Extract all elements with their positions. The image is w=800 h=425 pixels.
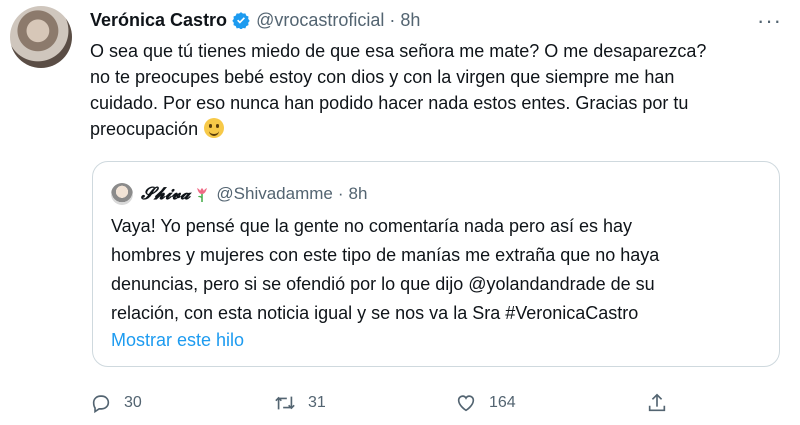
tweet-text-line: O sea que tú tienes miedo de que esa señ… <box>90 41 707 61</box>
tweet-text-line-last: preocupación <box>90 116 780 142</box>
share-icon <box>648 393 666 412</box>
quote-header: 𝓢𝓱𝓲𝓿𝓪 @Shivadamme · 8h <box>111 182 367 206</box>
quote-text-line: Vaya! Yo pensé que la gente no comentarí… <box>111 216 633 236</box>
more-options-icon[interactable]: ··· <box>757 8 782 34</box>
tweet-text-line: no te preocupes bebé estoy con dios y co… <box>90 67 675 87</box>
tweet-text: O sea que tú tienes miedo de que esa señ… <box>90 38 780 142</box>
tweet-header: Verónica Castro @vrocastroficial · 8h <box>90 8 420 32</box>
quoted-tweet[interactable]: 𝓢𝓱𝓲𝓿𝓪 @Shivadamme · 8h Vaya! Yo pensé qu… <box>92 161 780 367</box>
author-handle[interactable]: @vrocastroficial <box>256 10 384 31</box>
verified-badge-icon <box>232 12 250 29</box>
tweet-text-line: preocupación <box>90 119 199 139</box>
tweet-text-line: cuidado. Por eso nunca han podido hacer … <box>90 93 689 113</box>
quote-text: Vaya! Yo pensé que la gente no comentarí… <box>111 212 751 328</box>
show-thread-link[interactable]: Mostrar este hilo <box>111 330 244 351</box>
reply-button[interactable]: 30 <box>90 390 142 416</box>
quote-text-line: relación, con esta noticia igual y se no… <box>111 303 639 323</box>
header-separator: · <box>389 9 396 30</box>
tweet-actions: 30 31 164 <box>90 390 690 420</box>
like-count: 164 <box>489 394 516 411</box>
quote-text-line: hombres y mujeres con este tipo de manía… <box>111 245 660 265</box>
quote-text-line: denuncias, pero si se ofendió por lo que… <box>111 274 655 294</box>
tweet-time[interactable]: 8h <box>400 10 420 31</box>
quote-author-avatar <box>111 183 133 205</box>
tulip-emoji-icon <box>197 188 208 202</box>
reply-icon <box>92 395 110 414</box>
like-button[interactable]: 164 <box>455 390 516 416</box>
author-name[interactable]: Verónica Castro <box>90 10 227 31</box>
quote-time: 8h <box>348 184 368 203</box>
retweet-icon <box>275 396 295 410</box>
grinning-face-emoji-icon <box>204 118 225 138</box>
quote-author-handle: @Shivadamme <box>216 184 333 203</box>
share-button[interactable] <box>646 390 680 416</box>
retweet-button[interactable]: 31 <box>274 390 326 416</box>
quote-separator: · <box>337 184 344 203</box>
author-avatar[interactable] <box>10 6 72 68</box>
retweet-count: 31 <box>308 394 326 411</box>
quote-author-name: 𝓢𝓱𝓲𝓿𝓪 <box>141 184 191 204</box>
reply-count: 30 <box>124 394 142 411</box>
heart-icon <box>457 395 475 412</box>
